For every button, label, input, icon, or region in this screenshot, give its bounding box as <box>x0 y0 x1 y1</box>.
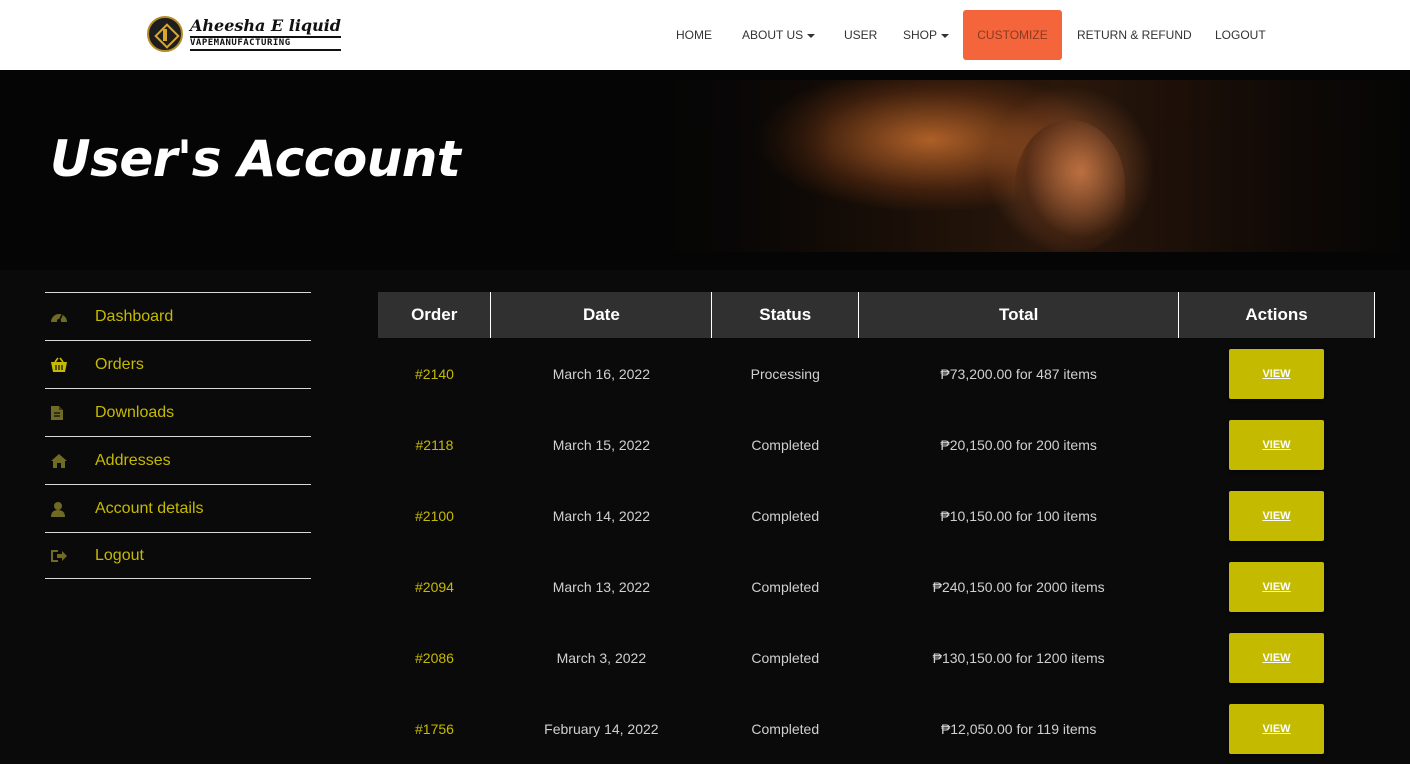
nav-customize[interactable]: CUSTOMIZE <box>963 10 1062 60</box>
table-row: #2118 March 15, 2022 Completed ₱20,150.0… <box>378 409 1375 480</box>
sidebar-item-label: Addresses <box>95 451 171 469</box>
file-icon <box>45 405 95 421</box>
caret-down-icon <box>807 33 816 38</box>
order-number-link[interactable]: #2086 <box>378 622 491 693</box>
order-number-link[interactable]: #2118 <box>378 409 491 480</box>
order-actions: VIEW <box>1179 338 1375 409</box>
order-status: Completed <box>751 578 820 595</box>
sidebar-item-label: Account details <box>95 499 204 517</box>
orders-table: Order Date Status Total Actions #2140 Ma… <box>378 292 1375 764</box>
top-navbar: Aheesha E liquid VAPEMANUFACTURING HOME … <box>0 0 1410 70</box>
order-date: March 13, 2022 <box>552 578 651 595</box>
sidebar-item-label: Orders <box>95 355 144 373</box>
order-actions: VIEW <box>1179 622 1375 693</box>
hero-banner: User's Account <box>0 70 1410 270</box>
order-total: ₱20,150.00 for 200 items <box>940 436 1097 453</box>
sidebar-item-logout[interactable]: Logout <box>45 532 311 579</box>
caret-down-icon <box>941 33 950 38</box>
nav-customize-label: CUSTOMIZE <box>977 28 1048 42</box>
view-order-button[interactable]: VIEW <box>1229 490 1325 541</box>
nav-user-label: USER <box>844 28 878 42</box>
order-status: Completed <box>751 649 820 666</box>
order-date: March 16, 2022 <box>552 365 651 382</box>
sidebar-item-label: Dashboard <box>95 307 174 325</box>
nav-home-label: HOME <box>676 28 712 42</box>
view-order-button[interactable]: VIEW <box>1229 561 1325 612</box>
brand-wordmark: Aheesha E liquid VAPEMANUFACTURING <box>190 15 341 51</box>
order-actions: VIEW <box>1179 551 1375 622</box>
order-actions: VIEW <box>1179 480 1375 551</box>
column-header-date: Date <box>490 292 713 338</box>
page-title: User's Account <box>50 130 461 188</box>
nav-shop-label: SHOP <box>903 28 938 42</box>
column-header-order: Order <box>378 292 492 338</box>
order-number-link[interactable]: #2100 <box>378 480 491 551</box>
user-icon <box>45 501 95 517</box>
table-row: #2086 March 3, 2022 Completed ₱130,150.0… <box>378 622 1375 693</box>
nav-shop[interactable]: SHOP <box>903 10 950 60</box>
order-date: March 14, 2022 <box>552 507 651 524</box>
order-number-link[interactable]: #2140 <box>378 338 491 409</box>
order-status: Completed <box>751 436 820 453</box>
nav-logout[interactable]: LOGOUT <box>1215 10 1266 60</box>
order-total: ₱12,050.00 for 119 items <box>940 720 1097 737</box>
order-date: February 14, 2022 <box>544 720 659 737</box>
home-icon <box>45 453 95 469</box>
view-order-button[interactable]: VIEW <box>1229 348 1325 399</box>
basket-icon <box>45 357 95 373</box>
logout-icon <box>45 548 95 564</box>
sidebar-item-account-details[interactable]: Account details <box>45 484 311 532</box>
order-actions: VIEW <box>1179 409 1375 480</box>
sidebar-item-addresses[interactable]: Addresses <box>45 436 311 484</box>
view-order-button[interactable]: VIEW <box>1229 632 1325 683</box>
account-sidebar: Dashboard Orders Downloads Addresses Acc… <box>45 292 311 579</box>
brand-subtitle: VAPEMANUFACTURING <box>190 35 341 51</box>
nav-return-refund[interactable]: RETURN & REFUND <box>1077 10 1192 60</box>
table-row: #1756 February 14, 2022 Completed ₱12,05… <box>378 693 1375 764</box>
column-header-actions: Actions <box>1178 292 1375 338</box>
order-total: ₱10,150.00 for 100 items <box>940 507 1097 524</box>
view-order-button[interactable]: VIEW <box>1229 419 1325 470</box>
nav-home[interactable]: HOME <box>676 10 712 60</box>
view-order-button[interactable]: VIEW <box>1229 703 1325 754</box>
order-total: ₱73,200.00 for 487 items <box>940 365 1097 382</box>
sidebar-item-label: Downloads <box>95 403 175 421</box>
nav-return-refund-label: RETURN & REFUND <box>1077 28 1192 42</box>
nav-logout-label: LOGOUT <box>1215 28 1266 42</box>
order-date: March 3, 2022 <box>556 649 647 666</box>
sidebar-item-downloads[interactable]: Downloads <box>45 388 311 436</box>
order-total: ₱130,150.00 for 1200 items <box>932 649 1105 666</box>
sidebar-item-dashboard[interactable]: Dashboard <box>45 292 311 340</box>
table-row: #2140 March 16, 2022 Processing ₱73,200.… <box>378 338 1375 409</box>
order-status: Processing <box>750 365 820 382</box>
column-header-status: Status <box>711 292 860 338</box>
order-actions: VIEW <box>1179 693 1375 764</box>
order-status: Completed <box>751 507 820 524</box>
order-status: Completed <box>751 720 820 737</box>
sidebar-item-label: Logout <box>95 546 144 564</box>
brand-name: Aheesha E liquid <box>190 15 341 35</box>
table-row: #2094 March 13, 2022 Completed ₱240,150.… <box>378 551 1375 622</box>
nav-user[interactable]: USER <box>844 10 877 60</box>
order-number-link[interactable]: #1756 <box>378 693 491 764</box>
order-date: March 15, 2022 <box>552 436 651 453</box>
table-header-row: Order Date Status Total Actions <box>378 292 1375 338</box>
brand-logo[interactable]: Aheesha E liquid VAPEMANUFACTURING <box>147 15 341 53</box>
table-row: #2100 March 14, 2022 Completed ₱10,150.0… <box>378 480 1375 551</box>
nav-about-us[interactable]: ABOUT US <box>742 10 816 60</box>
dashboard-icon <box>45 309 95 325</box>
order-total: ₱240,150.00 for 2000 items <box>932 578 1105 595</box>
order-number-link[interactable]: #2094 <box>378 551 491 622</box>
column-header-total: Total <box>858 292 1180 338</box>
sidebar-item-orders[interactable]: Orders <box>45 340 311 388</box>
nav-about-us-label: ABOUT US <box>742 28 804 42</box>
hero-photo <box>630 80 1410 252</box>
brand-emblem-icon <box>147 16 183 52</box>
